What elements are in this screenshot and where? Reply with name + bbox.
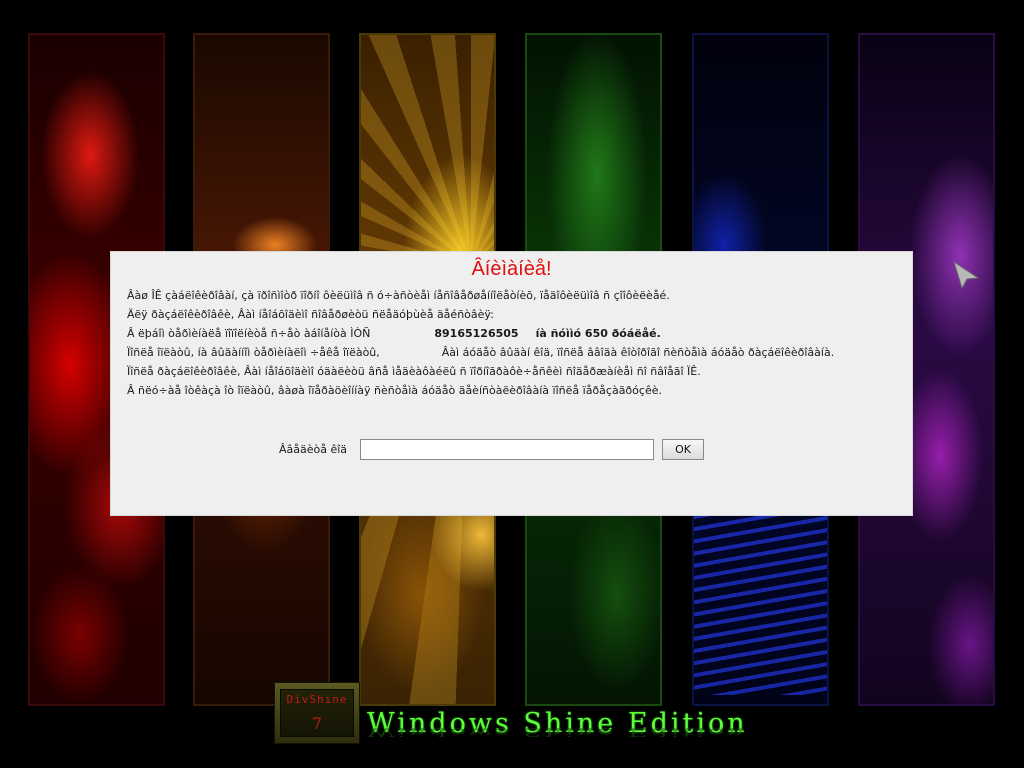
message-text: Ïîñëå ðàçáëîêèðîâêè, Âàì íåîáõîäèìî óäàë… bbox=[127, 365, 701, 378]
message-text: Äëÿ ðàçáëîêèðîâêè, Âàì íåîáõîäèìî ñîâåðø… bbox=[127, 308, 494, 321]
code-label: Ââåäèòå êîä bbox=[279, 443, 348, 456]
divshine-logo: DivShine 7 bbox=[274, 682, 360, 744]
message-text: Â ñëó÷àå îòêàçà îò îïëàòû, âàøà îïåðàöèî… bbox=[127, 384, 662, 397]
message-line: Äëÿ ðàçáëîêèðîâêè, Âàì íåîáõîäèìî ñîâåðø… bbox=[127, 305, 902, 324]
message-text: Âàø ÎÊ çàáëîêèðîâàí, çà ïðîñìîòð ïîðíî ô… bbox=[127, 289, 670, 302]
dialog-message: Âàø ÎÊ çàáëîêèðîâàí, çà ïðîñìîòð ïîðíî ô… bbox=[127, 286, 902, 400]
phone-number: 89165126505 bbox=[434, 327, 519, 340]
amount-text: íà ñóììó 650 ðóáëåé. bbox=[535, 327, 661, 340]
message-text: Ïîñëå îïëàòû, íà âûäàííîì òåðìèíàëîì ÷åê… bbox=[127, 346, 380, 359]
desktop-background: Âíèìàíèå! Âàø ÎÊ çàáëîêèðîâàí, çà ïðîñìî… bbox=[0, 0, 1024, 768]
ok-button[interactable]: OK bbox=[662, 439, 704, 460]
message-line: Ïîñëå îïëàòû, íà âûäàííîì òåðìèíàëîì ÷åê… bbox=[127, 343, 902, 362]
arrow-cursor-icon bbox=[953, 260, 980, 290]
message-text: Âàì áóäåò âûäàí êîä, ïîñëå ââîäà êîòîðîã… bbox=[441, 346, 835, 359]
message-line: Âàø ÎÊ çàáëîêèðîâàí, çà ïðîñìîòð ïîðíî ô… bbox=[127, 286, 902, 305]
dialog-title: Âíèìàíèå! bbox=[471, 258, 552, 280]
lock-dialog: Âíèìàíèå! Âàø ÎÊ çàáëîêèðîâàí, çà ïðîñìî… bbox=[110, 251, 913, 516]
logo-number: 7 bbox=[311, 714, 323, 733]
code-input[interactable] bbox=[360, 439, 654, 460]
logo-name: DivShine bbox=[286, 693, 348, 706]
message-line: Ïîñëå ðàçáëîêèðîâêè, Âàì íåîáõîäèìî óäàë… bbox=[127, 362, 902, 381]
message-text: Â ëþáîì òåðìèíàëå ïîïîëíèòå ñ÷åò àáîíåíò… bbox=[127, 327, 371, 340]
logo-screen: DivShine 7 bbox=[280, 689, 354, 737]
message-line: Â ëþáîì òåðìèíàëå ïîïîëíèòå ñ÷åò àáîíåíò… bbox=[127, 324, 902, 343]
edition-title-reflection: Windows Shine Edition bbox=[367, 725, 748, 739]
message-line: Â ñëó÷àå îòêàçà îò îïëàòû, âàøà îïåðàöèî… bbox=[127, 381, 902, 400]
